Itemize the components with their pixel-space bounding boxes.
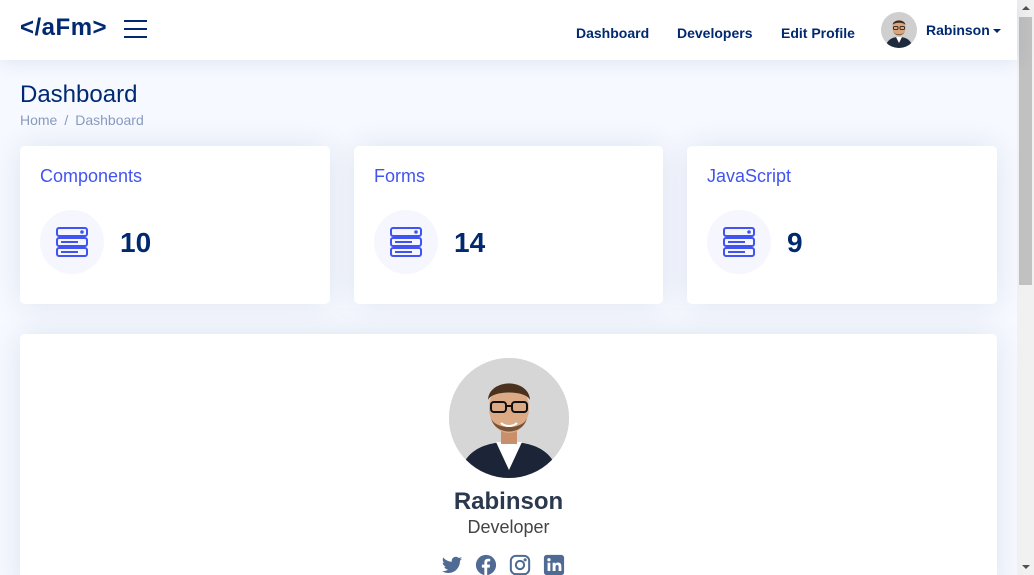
stat-card-forms: Forms 14 [354, 146, 663, 304]
nav-developers[interactable]: Developers [677, 25, 752, 41]
nav-dashboard[interactable]: Dashboard [576, 25, 649, 41]
stat-card-javascript: JavaScript 9 [687, 146, 997, 304]
facebook-icon[interactable] [475, 554, 497, 575]
profile-role: Developer [467, 517, 550, 537]
breadcrumb-current: Dashboard [75, 112, 144, 128]
server-icon [707, 210, 771, 274]
stat-value: 14 [454, 227, 486, 258]
server-icon [40, 210, 104, 274]
nav-edit-profile[interactable]: Edit Profile [781, 25, 855, 41]
stat-card-components: Components 10 [20, 146, 330, 304]
profile-avatar [449, 358, 569, 478]
profile-card: Rabinson Developer [20, 334, 997, 575]
stat-value: 9 [787, 227, 803, 258]
breadcrumb-separator: / [64, 112, 69, 128]
logo[interactable]: </aFm> [20, 14, 107, 42]
page-title: Dashboard [20, 81, 138, 108]
instagram-icon[interactable] [509, 554, 531, 575]
linkedin-icon[interactable] [543, 554, 565, 575]
card-title: Forms [374, 166, 425, 186]
profile-name: Rabinson [926, 22, 990, 38]
social-links [441, 554, 577, 575]
stat-value: 10 [120, 227, 152, 258]
scroll-down-arrow[interactable] [1017, 558, 1034, 575]
card-title: Components [40, 166, 143, 186]
scroll-thumb[interactable] [1019, 17, 1032, 285]
header: </aFm> Dashboard Developers Edit Profile… [0, 0, 1017, 60]
scroll-up-arrow[interactable] [1017, 0, 1034, 17]
breadcrumb: Home / Dashboard [20, 112, 144, 128]
breadcrumb-home[interactable]: Home [20, 112, 57, 128]
profile-name: Rabinson [453, 488, 564, 515]
chevron-down-icon [993, 29, 1001, 33]
twitter-icon[interactable] [441, 554, 463, 575]
avatar [881, 12, 917, 48]
card-title: JavaScript [707, 166, 792, 186]
scrollbar[interactable] [1017, 0, 1034, 575]
server-icon [374, 210, 438, 274]
menu-toggle-icon[interactable] [124, 19, 147, 39]
